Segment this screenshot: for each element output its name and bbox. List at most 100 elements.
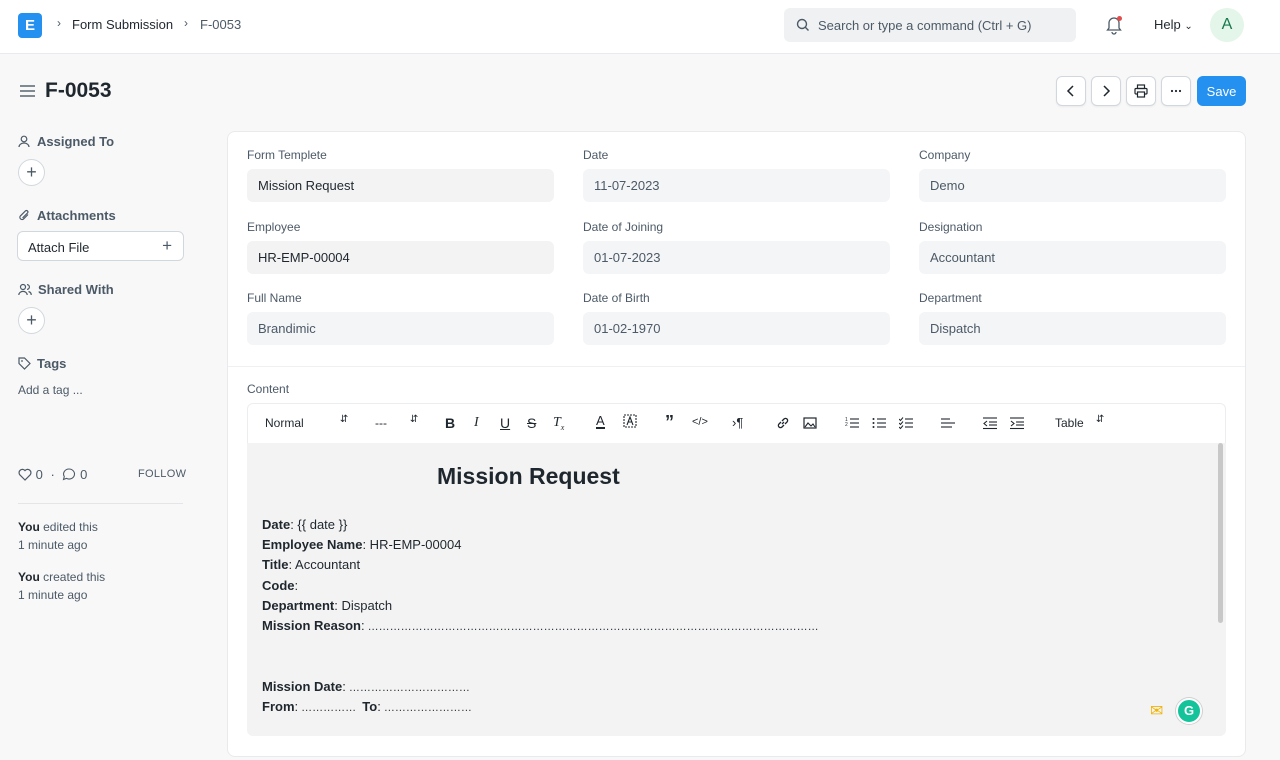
italic-icon[interactable]: I xyxy=(474,415,479,431)
awesome-bar[interactable] xyxy=(784,8,1076,42)
handshake-icon[interactable]: ✉ xyxy=(1150,701,1163,721)
full-name-field[interactable]: Brandimic xyxy=(247,312,554,345)
ordered-list-icon[interactable]: 12 xyxy=(845,416,859,430)
designation-field[interactable]: Accountant xyxy=(919,241,1226,274)
printer-icon xyxy=(1134,84,1148,98)
text-color-icon[interactable]: A xyxy=(596,414,605,429)
clear-format-icon[interactable]: Tx xyxy=(553,415,564,432)
doc-line-employee-name: Employee Name: HR-EMP-00004 xyxy=(262,537,462,552)
doc-value: …………………………… xyxy=(345,682,470,694)
content-editor[interactable]: Mission Request Date: {{ date }} Employe… xyxy=(247,443,1226,736)
doc-key: To xyxy=(362,699,378,714)
doc-key: Department xyxy=(262,598,335,613)
activity-user: You xyxy=(18,570,40,584)
doc-value: …………………… xyxy=(380,702,472,714)
employee-label: Employee xyxy=(247,220,301,234)
text-style-value: Normal xyxy=(265,416,304,430)
app-logo[interactable]: E xyxy=(18,13,42,38)
doc-line-code: Code: xyxy=(262,578,299,593)
shared-with-section: Shared With xyxy=(18,282,114,297)
activity-action: edited this xyxy=(43,520,98,534)
save-button[interactable]: Save xyxy=(1197,76,1246,106)
section-divider xyxy=(228,366,1245,367)
assigned-to-label: Assigned To xyxy=(37,134,115,149)
assigned-to-section: Assigned To xyxy=(18,134,114,149)
breadcrumb-current[interactable]: F-0053 xyxy=(200,17,241,32)
company-field[interactable]: Demo xyxy=(919,169,1226,202)
doc-line-mission-date: Mission Date: …………………………… xyxy=(262,679,470,694)
table-select[interactable]: Table ⇵ xyxy=(1055,414,1104,430)
link-icon[interactable] xyxy=(776,416,790,430)
attach-file-button[interactable]: Attach File + xyxy=(17,231,184,261)
sidebar-divider xyxy=(18,503,183,504)
chevron-down-icon: ⌄ xyxy=(1184,21,1193,32)
activity-user: You xyxy=(18,520,40,534)
blockquote-icon[interactable]: ” xyxy=(665,412,674,433)
doc-key: Mission Date xyxy=(262,679,343,694)
doc-line-mission-reason: Mission Reason: ………………………………………………………………… xyxy=(262,618,819,633)
date-label: Date xyxy=(583,148,609,162)
activity-item: You edited this 1 minute ago xyxy=(18,518,98,554)
user-avatar[interactable]: A xyxy=(1210,8,1244,42)
search-icon xyxy=(796,18,809,31)
add-assignee-button[interactable]: + xyxy=(18,159,45,186)
comment-icon[interactable] xyxy=(62,468,76,481)
editor-scrollbar[interactable] xyxy=(1218,443,1223,623)
form-template-field[interactable]: Mission Request xyxy=(247,169,554,202)
updown-icon: ⇵ xyxy=(340,414,349,425)
underline-icon[interactable]: U xyxy=(500,415,510,431)
outdent-icon[interactable] xyxy=(983,416,997,430)
breadcrumb-form-submission[interactable]: Form Submission xyxy=(72,17,173,32)
indent-icon[interactable] xyxy=(1010,416,1024,430)
svg-text:2: 2 xyxy=(845,422,848,428)
checklist-icon[interactable] xyxy=(899,416,913,430)
chevron-left-icon xyxy=(1066,85,1074,97)
department-field[interactable]: Dispatch xyxy=(919,312,1226,345)
text-style-select[interactable]: Normal ⇵ xyxy=(265,414,348,430)
bullet-list-icon[interactable] xyxy=(872,416,886,430)
likes-comments: 0 · 0 xyxy=(18,467,87,482)
doc-line-from-to: From: …………… To: …………………… xyxy=(262,699,472,714)
chevron-right-icon xyxy=(1103,85,1111,97)
help-dropdown[interactable]: Help ⌄ xyxy=(1154,17,1193,32)
tags-section: Tags xyxy=(18,356,66,371)
doc-value: Accountant xyxy=(292,557,361,572)
form-template-label: Form Templete xyxy=(247,148,327,162)
date-of-birth-field[interactable]: 01-02-1970 xyxy=(583,312,890,345)
date-of-joining-field[interactable]: 01-07-2023 xyxy=(583,241,890,274)
attach-file-label: Attach File xyxy=(28,240,90,255)
previous-doc-button[interactable] xyxy=(1056,76,1086,106)
editor-toolbar: Normal ⇵ --- ⇵ B I U S Tx A ” </> ›¶ 12 Ta… xyxy=(247,403,1226,443)
heart-icon[interactable] xyxy=(18,468,32,481)
background-color-icon[interactable] xyxy=(623,414,637,428)
doc-line-title: Title: Accountant xyxy=(262,557,361,572)
sidebar-toggle-icon[interactable] xyxy=(20,84,36,98)
doc-value: {{ date }} xyxy=(293,517,348,532)
more-actions-button[interactable] xyxy=(1161,76,1191,106)
search-input[interactable] xyxy=(818,8,1068,42)
text-direction-icon[interactable]: ›¶ xyxy=(732,415,743,430)
employee-field[interactable]: HR-EMP-00004 xyxy=(247,241,554,274)
follow-button[interactable]: FOLLOW xyxy=(138,468,186,480)
full-name-label: Full Name xyxy=(247,291,302,305)
add-tag-link[interactable]: Add a tag ... xyxy=(18,383,83,397)
date-field[interactable]: 11-07-2023 xyxy=(583,169,890,202)
tags-label: Tags xyxy=(37,356,67,371)
doc-line-date: Date: {{ date }} xyxy=(262,517,348,532)
code-block-icon[interactable]: </> xyxy=(692,416,708,428)
doc-key: Mission Reason xyxy=(262,618,361,633)
add-share-button[interactable]: + xyxy=(18,307,45,334)
doc-key: Code xyxy=(262,578,295,593)
image-icon[interactable] xyxy=(803,416,817,430)
strikethrough-icon[interactable]: S xyxy=(527,415,536,431)
doc-value: Dispatch xyxy=(337,598,393,613)
ellipsis-icon xyxy=(1170,89,1182,93)
comments-count: 0 xyxy=(80,467,88,482)
align-left-icon[interactable] xyxy=(941,416,955,430)
font-size-select[interactable]: --- ⇵ xyxy=(375,414,418,430)
doc-key: Title xyxy=(262,557,289,572)
print-button[interactable] xyxy=(1126,76,1156,106)
next-doc-button[interactable] xyxy=(1091,76,1121,106)
grammarly-icon[interactable]: G xyxy=(1176,698,1202,724)
bold-icon[interactable]: B xyxy=(445,415,455,431)
